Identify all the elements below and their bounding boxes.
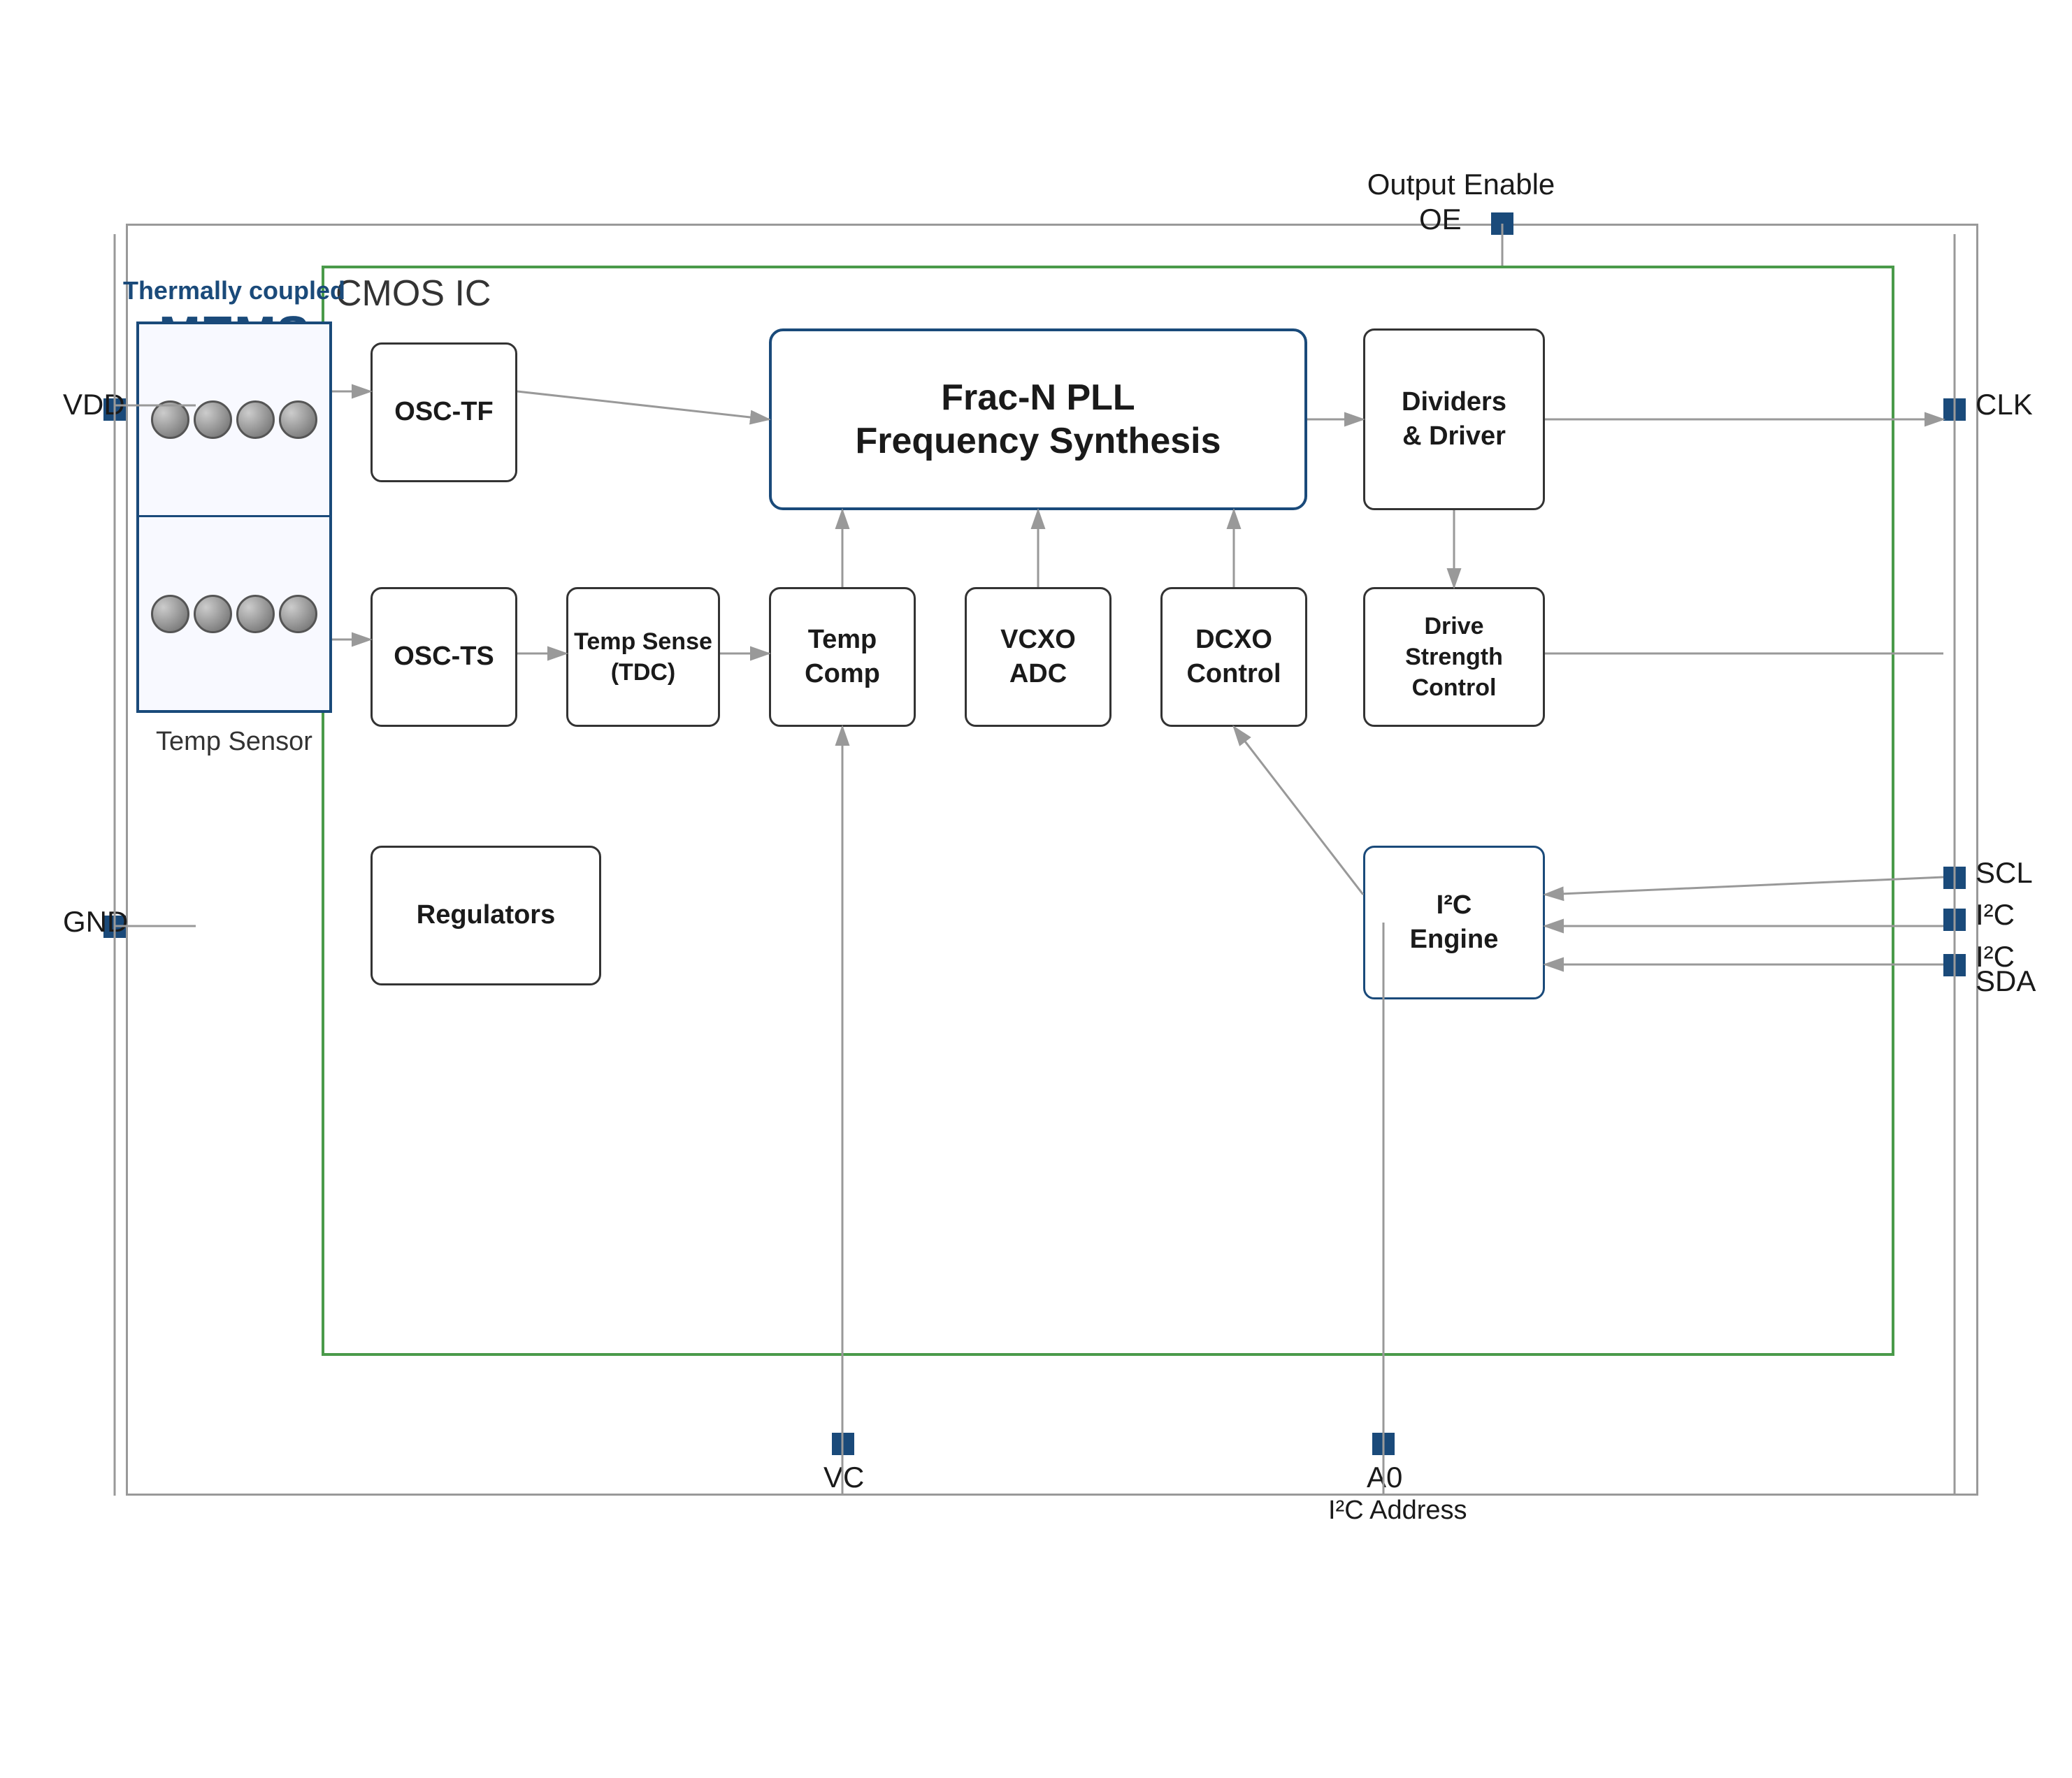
mems-top-resonator [139, 324, 329, 517]
frac-pll-text: Frac-N PLL Frequency Synthesis [855, 376, 1221, 463]
mems-block [136, 321, 332, 713]
scl-label: SCL [1976, 856, 2033, 890]
cylinder-6 [194, 595, 232, 633]
cylinder-5 [151, 595, 189, 633]
mems-bottom-resonator [139, 517, 329, 710]
scl-pin [1943, 867, 1966, 889]
temp-sensor-label: Temp Sensor [119, 727, 350, 757]
resonator-cylinders-top [144, 393, 324, 446]
temp-sense-text: Temp Sense (TDC) [574, 626, 712, 688]
i2c-label-2: I²C [1976, 940, 2015, 974]
sda-pin [1943, 954, 1966, 976]
vc-pin [832, 1433, 854, 1455]
resonator-cylinders-bottom [144, 588, 324, 640]
cmos-ic-label: CMOS IC [336, 273, 491, 315]
osc-ts-text: OSC-TS [394, 639, 494, 674]
dcxo-control-text: DCXO Control [1186, 623, 1281, 692]
dividers-driver-text: Dividers & Driver [1402, 385, 1506, 454]
vcxo-adc-text: VCXO ADC [1000, 623, 1076, 692]
osc-tf-text: OSC-TF [394, 395, 493, 429]
regulators-text: Regulators [417, 898, 555, 932]
cylinder-3 [236, 400, 275, 439]
gnd-label: GND [63, 905, 128, 939]
a0-pin [1372, 1433, 1395, 1455]
vdd-label: VDD [63, 388, 125, 421]
cylinder-8 [279, 595, 317, 633]
dcxo-control-block: DCXO Control [1160, 587, 1307, 727]
drive-strength-text: Drive Strength Control [1405, 611, 1503, 704]
i2c-label-1: I²C [1976, 898, 2015, 932]
clk-label: CLK [1976, 388, 2033, 421]
osc-tf-block: OSC-TF [370, 342, 517, 482]
cylinder-7 [236, 595, 275, 633]
vcxo-adc-block: VCXO ADC [965, 587, 1111, 727]
i2c-address-label: I²C Address [1328, 1496, 1467, 1526]
thermally-coupled-label: Thermally coupled [119, 276, 350, 305]
regulators-block: Regulators [370, 846, 601, 985]
block-diagram: CMOS IC Thermally coupled MEMS TempFlat™… [56, 126, 2013, 1663]
output-enable-label: Output Enable [1363, 168, 1559, 201]
cylinder-2 [194, 400, 232, 439]
frac-pll-block: Frac-N PLL Frequency Synthesis [769, 328, 1307, 510]
drive-strength-block: Drive Strength Control [1363, 587, 1545, 727]
osc-ts-block: OSC-TS [370, 587, 517, 727]
oe-pin [1491, 212, 1513, 235]
i2c-engine-block: I²C Engine [1363, 846, 1545, 999]
oe-label: OE [1419, 203, 1462, 236]
cylinder-4 [279, 400, 317, 439]
vc-label: VC [823, 1461, 864, 1494]
i2c-pin-1 [1943, 909, 1966, 931]
a0-label: A0 [1367, 1461, 1402, 1494]
i2c-engine-text: I²C Engine [1410, 888, 1499, 957]
cylinder-1 [151, 400, 189, 439]
dividers-driver-block: Dividers & Driver [1363, 328, 1545, 510]
temp-sense-block: Temp Sense (TDC) [566, 587, 720, 727]
clk-pin [1943, 398, 1966, 421]
temp-comp-block: Temp Comp [769, 587, 916, 727]
temp-comp-text: Temp Comp [805, 623, 880, 692]
